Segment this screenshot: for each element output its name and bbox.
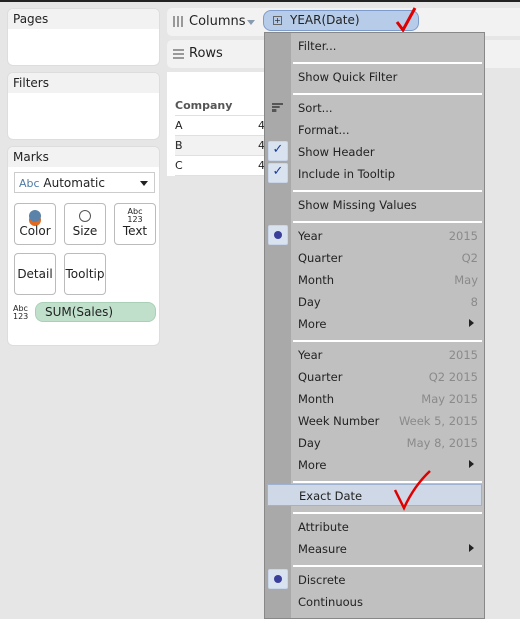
size-icon <box>79 210 91 222</box>
menu-part-year[interactable]: Year 2015 <box>293 225 482 247</box>
submenu-arrow-icon <box>469 544 474 552</box>
menu-discrete[interactable]: Discrete <box>293 569 482 591</box>
separator <box>293 93 482 95</box>
separator <box>293 565 482 567</box>
pages-card: Pages <box>7 8 160 66</box>
menu-value-more[interactable]: More <box>293 454 482 476</box>
window-border <box>0 0 520 2</box>
red-checkmark-annotation <box>395 7 417 32</box>
radio-selected-icon <box>268 225 288 245</box>
expand-icon[interactable]: + <box>273 16 282 25</box>
data-table: Company A4 B4 C4 <box>167 72 267 176</box>
menu-sort[interactable]: Sort... <box>293 97 482 119</box>
rows-label: Rows <box>189 46 223 61</box>
table-row: A4 <box>175 116 267 136</box>
detail-button[interactable]: Detail <box>14 253 56 295</box>
menu-show-missing-values[interactable]: Show Missing Values <box>293 194 482 216</box>
menu-include-in-tooltip[interactable]: Include in Tooltip <box>293 163 482 185</box>
table-row: B4 <box>175 136 267 156</box>
pages-title: Pages <box>8 9 159 29</box>
size-label: Size <box>72 224 98 238</box>
menu-filter[interactable]: Filter... <box>293 35 482 57</box>
marks-title: Marks <box>8 147 159 167</box>
text-label: Text <box>122 224 148 238</box>
check-icon: ✓ <box>268 163 288 183</box>
color-icon <box>29 210 41 222</box>
separator <box>293 512 482 514</box>
menu-gutter <box>265 33 291 618</box>
menu-part-month[interactable]: Month May <box>293 269 482 291</box>
mark-type-dropdown[interactable]: Abc Automatic <box>14 172 155 193</box>
chevron-down-icon <box>140 181 148 186</box>
filters-card: Filters <box>7 72 160 140</box>
size-button[interactable]: Size <box>64 203 106 245</box>
menu-continuous[interactable]: Continuous <box>293 591 482 613</box>
submenu-arrow-icon <box>469 460 474 468</box>
submenu-arrow-icon <box>469 319 474 327</box>
detail-label: Detail <box>17 267 53 281</box>
menu-part-more[interactable]: More <box>293 313 482 335</box>
separator <box>293 221 482 223</box>
columns-dropdown-icon[interactable] <box>247 20 255 25</box>
menu-value-year[interactable]: Year 2015 <box>293 344 482 366</box>
text-icon: Abc 123 <box>127 207 143 224</box>
tooltip-button[interactable]: Tooltip <box>64 253 106 295</box>
context-menu: Filter... Show Quick Filter Sort... Form… <box>264 32 485 619</box>
menu-value-quarter[interactable]: Quarter Q2 2015 <box>293 366 482 388</box>
columns-label: Columns <box>189 14 246 29</box>
table-header: Company <box>175 96 267 116</box>
pill-label: YEAR(Date) <box>290 13 360 27</box>
separator <box>293 62 482 64</box>
menu-exact-date[interactable]: Exact Date <box>267 484 482 506</box>
color-button[interactable]: Color <box>14 203 56 245</box>
menu-attribute[interactable]: Attribute <box>293 516 482 538</box>
menu-format[interactable]: Format... <box>293 119 482 141</box>
color-label: Color <box>19 224 51 238</box>
marks-card: Marks Abc Automatic Color Size Abc 123 Te… <box>7 146 160 346</box>
menu-value-week[interactable]: Week Number Week 5, 2015 <box>293 410 482 432</box>
abc-icon: Abc <box>19 177 40 190</box>
text-button[interactable]: Abc 123 Text <box>114 203 156 245</box>
sum-sales-pill[interactable]: SUM(Sales) <box>35 302 156 322</box>
table-row: C4 <box>175 156 267 176</box>
columns-icon <box>173 16 184 27</box>
menu-value-day[interactable]: Day May 8, 2015 <box>293 432 482 454</box>
check-icon: ✓ <box>268 141 288 161</box>
menu-value-month[interactable]: Month May 2015 <box>293 388 482 410</box>
tooltip-label: Tooltip <box>65 267 105 281</box>
separator <box>293 481 482 483</box>
filters-title: Filters <box>8 73 159 93</box>
red-checkmark-annotation <box>393 470 431 511</box>
menu-show-header[interactable]: Show Header <box>293 141 482 163</box>
radio-selected-icon <box>268 569 288 589</box>
rows-icon <box>173 48 184 59</box>
menu-part-day[interactable]: Day 8 <box>293 291 482 313</box>
separator <box>293 190 482 192</box>
menu-measure[interactable]: Measure <box>293 538 482 560</box>
abc123-icon: Abc 123 <box>13 304 29 321</box>
separator <box>293 340 482 342</box>
mark-type-value: Automatic <box>43 176 105 190</box>
menu-show-quick-filter[interactable]: Show Quick Filter <box>293 66 482 88</box>
menu-part-quarter[interactable]: Quarter Q2 <box>293 247 482 269</box>
